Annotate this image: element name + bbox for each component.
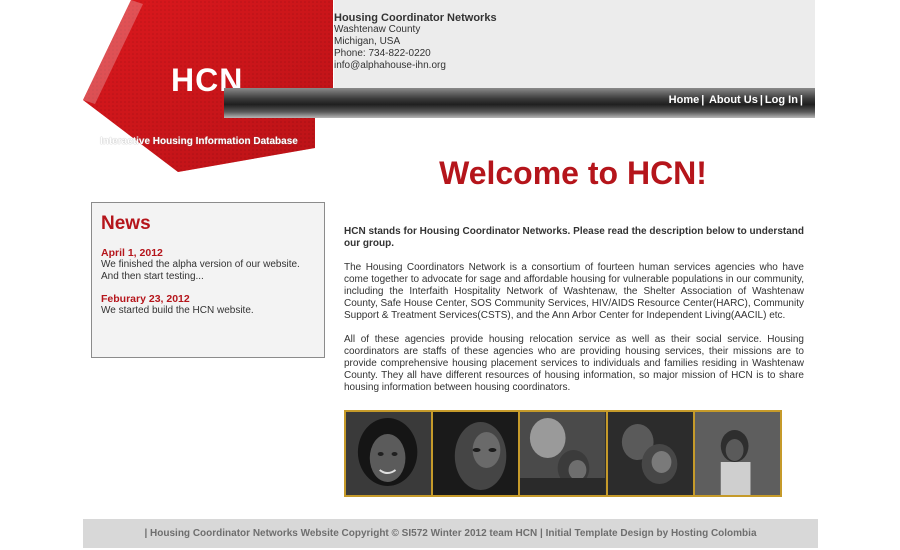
- intro-lead: HCN stands for Housing Coordinator Netwo…: [344, 226, 804, 249]
- news-text: We started build the HCN website.: [101, 305, 254, 316]
- contact-info: Housing Coordinator Networks Washtenaw C…: [334, 0, 815, 88]
- photo-woman-portrait: [433, 412, 519, 495]
- nav-login-link[interactable]: Log In: [765, 94, 798, 106]
- nav-about-link[interactable]: About Us: [709, 94, 758, 106]
- nav-links: Home | About Us | Log In |: [669, 94, 805, 106]
- contact-org: Housing Coordinator Networks: [334, 12, 497, 24]
- tagline: Interactive Housing Information Database: [100, 136, 298, 147]
- news-date: Feburary 23, 2012: [101, 293, 190, 305]
- contact-phone: Phone: 734-822-0220: [334, 48, 431, 59]
- main-content: HCN stands for Housing Coordinator Netwo…: [344, 226, 804, 406]
- intro-paragraph-1: The Housing Coordinators Network is a co…: [344, 262, 804, 321]
- photo-strip: [344, 410, 782, 497]
- news-title: News: [101, 213, 151, 234]
- footer: | Housing Coordinator Networks Website C…: [83, 519, 818, 548]
- news-item: Feburary 23, 2012 We started build the H…: [101, 293, 315, 317]
- contact-email[interactable]: info@alphahouse-ihn.org: [334, 60, 815, 72]
- nav-bar: Home | About Us | Log In |: [224, 88, 815, 118]
- news-date: April 1, 2012: [101, 247, 163, 259]
- photo-mother-child: [607, 412, 693, 495]
- nav-home-link[interactable]: Home: [669, 94, 700, 106]
- photo-toddler: [694, 412, 781, 495]
- contact-state: Michigan, USA: [334, 36, 401, 47]
- news-item: April 1, 2012 We finished the alpha vers…: [101, 247, 315, 283]
- site-header: HCN Interactive Housing Information Data…: [83, 0, 815, 175]
- photo-child-portrait: [346, 412, 432, 495]
- photo-man-with-child: [520, 412, 606, 495]
- nav-separator: |: [799, 94, 803, 106]
- news-box: News April 1, 2012 We finished the alpha…: [91, 202, 325, 358]
- news-text: We finished the alpha version of our web…: [101, 259, 300, 282]
- intro-paragraph-2: All of these agencies provide housing re…: [344, 334, 804, 393]
- nav-separator: |: [759, 94, 763, 106]
- welcome-heading: Welcome to HCN!: [439, 155, 707, 191]
- nav-separator: |: [701, 94, 705, 106]
- contact-county: Washtenaw County: [334, 24, 421, 35]
